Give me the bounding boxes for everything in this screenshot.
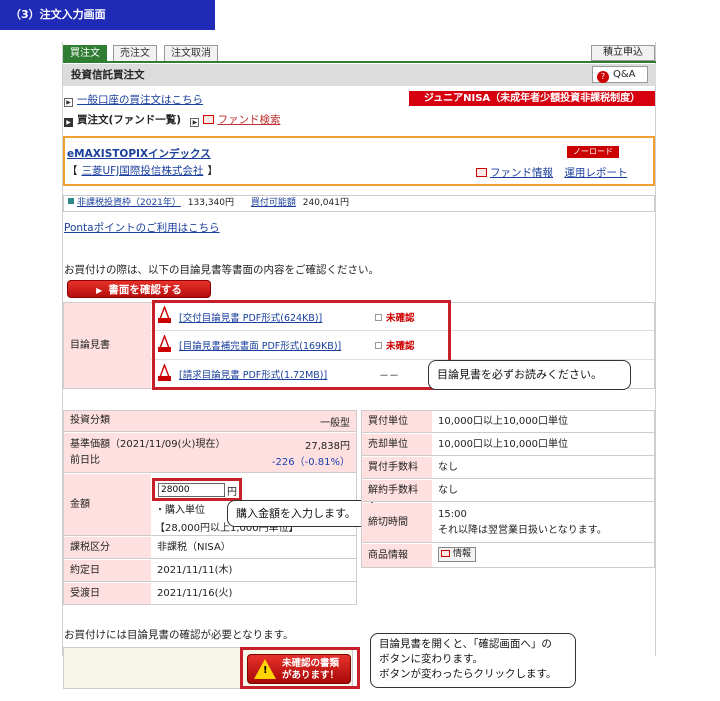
cancel-fee-label: 解約手数料 <box>362 480 432 501</box>
nisa-limit-link[interactable]: 非課税投資枠（2021年） <box>77 198 181 208</box>
buyable-value: 240,041円 <box>302 198 349 208</box>
company-link[interactable]: 三菱UFJ国際投信株式会社 <box>82 165 204 177</box>
deadline-note: それ以降は翌営業日扱いとなります。 <box>438 525 607 536</box>
warn-line-1: 未確認の書類 <box>282 658 340 669</box>
prospectus-label: 目論見書 <box>64 303 151 388</box>
warn-line-2: があります！ <box>282 670 340 681</box>
tax-label: 課税区分 <box>64 537 151 558</box>
bottom-notice: お買付けには目論見書の確認が必要となります。 <box>64 629 294 641</box>
document-icon <box>476 168 487 177</box>
amount-label: 金額 <box>64 474 151 535</box>
search-icon <box>203 115 215 124</box>
page-title: 投資信託買注文 <box>63 64 656 86</box>
fund-name-link[interactable]: eMAXISTOPIXインデックス <box>67 146 211 161</box>
buy-fee-label: 買付手数料 <box>362 457 432 478</box>
deadline-time: 15:00 <box>438 509 467 520</box>
buy-unit-label: 買付単位 <box>362 411 432 432</box>
min-unit-label: ・購入単位 <box>155 505 205 516</box>
general-account-link[interactable]: 一般口座の買注文はこちら <box>77 94 203 106</box>
prospectus-notice: お買付けの際は、以下の目論見書等書面の内容をご確認ください。 <box>64 264 379 276</box>
price-change-value: -226（-0.81%） <box>271 457 350 468</box>
contract-label: 約定日 <box>64 560 151 581</box>
contract-value: 2021/11/11(木) <box>157 565 233 576</box>
arrow-right-icon: ▶ <box>190 118 200 127</box>
highlight-frame <box>152 478 242 501</box>
bracket-close: 】 <box>207 165 218 177</box>
tsumitate-apply-button[interactable]: 積立申込 <box>591 45 655 61</box>
cancel-fee-value: なし <box>438 485 458 496</box>
qa-button[interactable]: ? Q&A <box>592 66 648 83</box>
delivery-value: 2021/11/16(火) <box>157 588 233 599</box>
square-icon <box>68 198 74 204</box>
junior-nisa-banner: ジュニアNISA（未成年者少額投資非課税制度） <box>409 91 655 106</box>
nisa-limit-row: 非課税投資枠（2021年） 133,340円 買付可能額 240,041円 <box>63 195 655 212</box>
unconfirmed-documents-button[interactable]: ! 未確認の書類 があります！ <box>247 654 351 684</box>
tab-cancel-order[interactable]: 注文取消 <box>164 45 218 62</box>
fund-list-row: ▶ 買注文(ファンド一覧) ▶ ファンド検索 <box>64 112 280 127</box>
report-link[interactable]: 運用レポート <box>564 167 627 179</box>
section-header: （3）注文入力画面 <box>0 0 215 30</box>
base-price-value: 27,838円 <box>305 441 350 452</box>
no-load-badge: ノーロード <box>567 146 619 158</box>
play-icon: ▶ <box>96 286 103 295</box>
product-info-label: 商品情報 <box>362 544 432 567</box>
confirm-documents-button[interactable]: ▶ 書面を確認する <box>67 280 211 298</box>
product-info-button[interactable]: 情報 <box>438 547 477 562</box>
ponta-link[interactable]: Pontaポイントのご利用はこちら <box>64 220 220 235</box>
qa-label: Q&A <box>613 69 636 80</box>
bracket-open: 【 <box>67 165 78 177</box>
buy-unit-value: 10,000口以上10,000口単位 <box>438 416 568 427</box>
question-icon: ? <box>597 71 609 83</box>
buy-fee-value: なし <box>438 462 458 473</box>
fund-links: ファンド情報 運用レポート <box>476 165 627 180</box>
sell-unit-value: 10,000口以上10,000口単位 <box>438 439 568 450</box>
tab-underline <box>63 61 656 63</box>
tax-value: 非課税（NISA） <box>157 542 231 553</box>
fund-list-label: 買注文(ファンド一覧) <box>77 114 182 126</box>
fund-search-link[interactable]: ファンド検索 <box>217 114 280 126</box>
callout-confirm-button: 目論見書を開くと、「確認画面へ」の ボタンに変わります。 ボタンが変わったらクリ… <box>370 633 576 688</box>
callout-read-prospectus: 目論見書を必ずお読みください。 <box>428 360 631 390</box>
category-value: 一般型 <box>320 418 350 429</box>
document-icon <box>441 550 450 557</box>
deadline-label: 締切時間 <box>362 503 432 542</box>
sell-unit-label: 売却単位 <box>362 434 432 455</box>
fund-company: 【三菱UFJ国際投信株式会社】 <box>67 163 218 178</box>
tab-buy-order[interactable]: 買注文 <box>63 45 107 62</box>
delivery-label: 受渡日 <box>64 583 151 604</box>
confirm-button-label: 書面を確認する <box>108 284 182 296</box>
fund-info-link[interactable]: ファンド情報 <box>490 167 553 179</box>
buyable-link[interactable]: 買付可能額 <box>251 198 296 208</box>
general-account-link-row: ▶ 一般口座の買注文はこちら <box>64 92 203 107</box>
nisa-limit-value: 133,340円 <box>187 198 234 208</box>
warning-exclamation: ! <box>263 665 268 676</box>
highlight-frame <box>152 300 451 390</box>
tab-sell-order[interactable]: 売注文 <box>113 45 157 62</box>
arrow-right-icon: ▶ <box>64 118 73 127</box>
arrow-right-icon: ▶ <box>64 98 73 107</box>
callout-enter-amount: 購入金額を入力します。 <box>227 500 375 527</box>
